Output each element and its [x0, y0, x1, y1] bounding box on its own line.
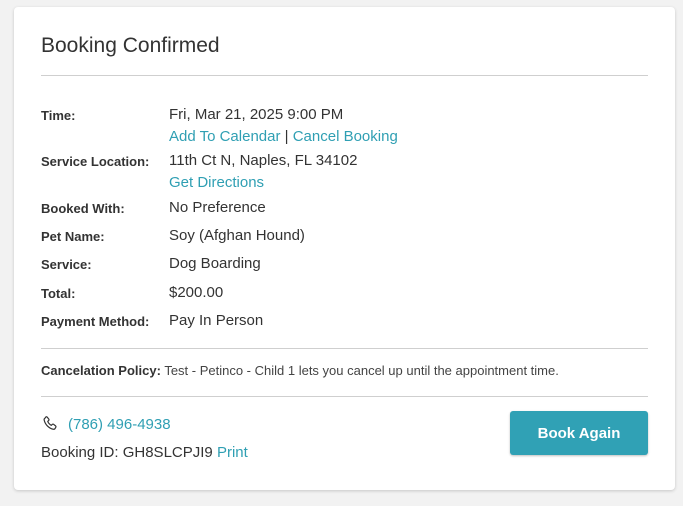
phone-link[interactable]: (786) 496-4938: [68, 416, 171, 433]
policy-divider: [41, 396, 648, 397]
cancelation-policy-label: Cancelation Policy:: [41, 363, 161, 378]
booked-with-label: Booked With:: [41, 201, 125, 216]
total-label: Total:: [41, 286, 76, 301]
phone-row: (786) 496-4938: [41, 415, 171, 433]
get-directions-link[interactable]: Get Directions: [169, 174, 264, 191]
cancelation-policy-text: Test - Petinco - Child 1 lets you cancel…: [164, 363, 559, 378]
service-value: Dog Boarding: [169, 255, 261, 272]
payment-method-label: Payment Method:: [41, 314, 150, 329]
time-value: Fri, Mar 21, 2025 9:00 PM: [169, 106, 344, 123]
phone-icon: [43, 416, 57, 430]
payment-method-value: Pay In Person: [169, 312, 264, 329]
add-to-calendar-link[interactable]: Add To Calendar: [169, 128, 280, 145]
time-actions: Add To Calendar | Cancel Booking: [169, 128, 398, 145]
book-again-button[interactable]: Book Again: [510, 411, 648, 455]
service-location-value: 11th Ct N, Naples, FL 34102: [169, 152, 358, 169]
booking-id-label: Booking ID:: [41, 444, 119, 461]
pet-name-label: Pet Name:: [41, 229, 105, 244]
time-label: Time:: [41, 108, 76, 123]
link-separator: |: [284, 128, 289, 145]
booked-with-value: No Preference: [169, 199, 266, 216]
total-value: $200.00: [169, 284, 224, 301]
booking-card: Booking Confirmed Time: Fri, Mar 21, 202…: [14, 7, 675, 490]
cancel-booking-link[interactable]: Cancel Booking: [293, 128, 398, 145]
page-title: Booking Confirmed: [41, 34, 220, 57]
booking-id-value: GH8SLCPJI9: [122, 444, 213, 461]
details-divider: [41, 348, 648, 349]
pet-name-value: Soy (Afghan Hound): [169, 227, 305, 244]
service-location-label: Service Location:: [41, 154, 150, 169]
cancelation-policy: Cancelation Policy: Test - Petinco - Chi…: [41, 363, 559, 378]
service-label: Service:: [41, 257, 92, 272]
print-link[interactable]: Print: [217, 444, 248, 461]
title-divider: [41, 75, 648, 76]
booking-id-row: Booking ID: GH8SLCPJI9 Print: [41, 444, 248, 461]
